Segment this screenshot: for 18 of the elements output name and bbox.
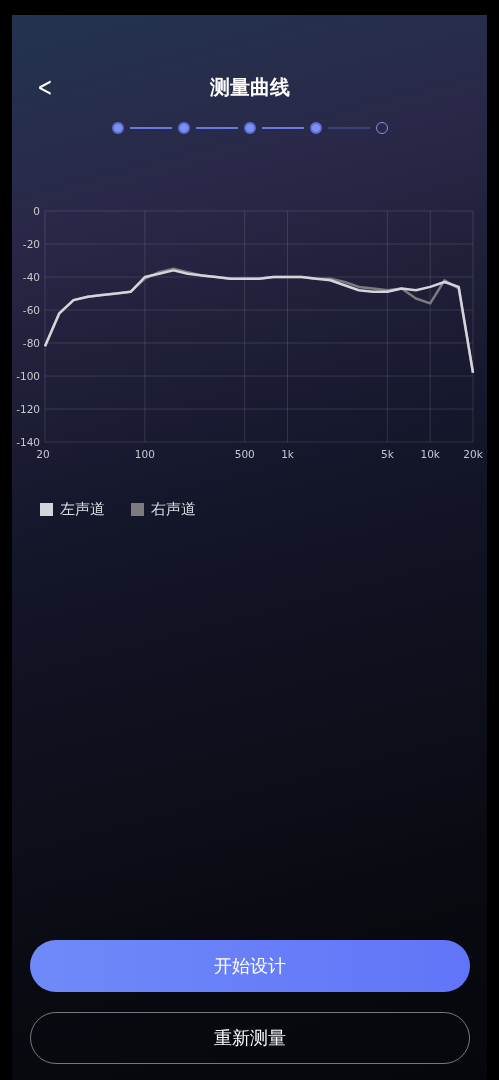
legend-label: 左声道 (60, 500, 105, 519)
x-tick-label: 20 (36, 448, 50, 460)
x-tick-label: 1k (281, 448, 294, 460)
x-tick-label: 100 (134, 448, 155, 460)
y-tick-label: -120 (16, 403, 40, 415)
y-tick-label: -20 (22, 238, 40, 250)
y-tick-label: -60 (22, 304, 40, 316)
y-tick-label: 0 (33, 205, 40, 217)
y-tick-label: -40 (22, 271, 40, 283)
page-title: 测量曲线 (209, 73, 290, 101)
x-tick-label: 20k (463, 448, 483, 460)
legend-label: 右声道 (151, 500, 196, 519)
y-tick-label: -140 (16, 436, 40, 448)
y-tick-label: -100 (16, 370, 40, 382)
x-tick-label: 5k (381, 448, 394, 460)
x-tick-label: 500 (234, 448, 255, 460)
x-tick-label: 10k (420, 448, 440, 460)
y-tick-label: -80 (22, 337, 40, 349)
